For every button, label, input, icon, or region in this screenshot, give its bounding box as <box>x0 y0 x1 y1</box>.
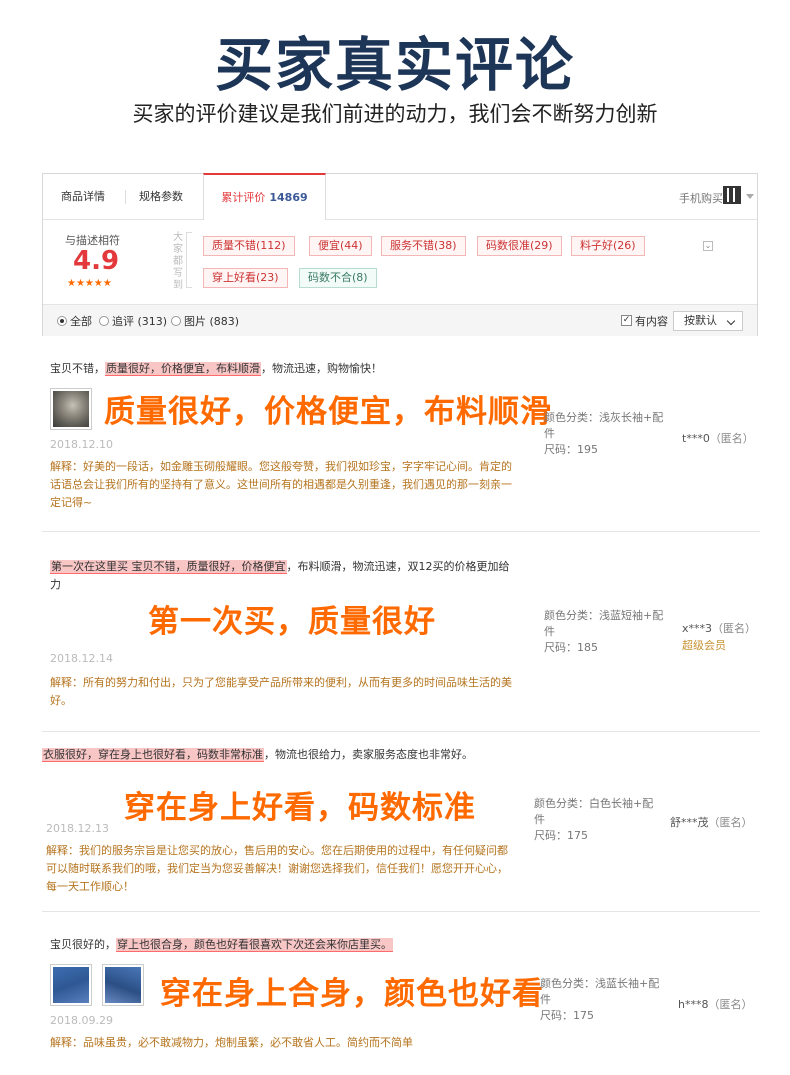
sku-size: 尺码：175 <box>534 829 588 842</box>
sku-color: 颜色分类：白色长袖+配件 <box>534 797 654 826</box>
review-callout: 穿在身上好看，码数标准 <box>124 790 476 826</box>
tag-quality-good[interactable]: 质量不错(112) <box>203 236 295 256</box>
qr-code-icon[interactable] <box>723 186 741 204</box>
tab-specs[interactable]: 规格参数 <box>139 174 183 220</box>
review-date: 2018.12.14 <box>50 652 113 665</box>
seller-reply: 解释：品味虽贵，必不敢减物力，炮制虽繁，必不敢省人工。简约而不简单 <box>50 1036 413 1049</box>
sku-color: 颜色分类：浅灰长袖+配件 <box>544 411 664 440</box>
chevron-down-icon <box>726 316 736 326</box>
review-callout: 质量很好，价格便宜，布料顺滑 <box>104 394 552 430</box>
tag-service-good[interactable]: 服务不错(38) <box>381 236 466 256</box>
review-text-after: ，物流迅速，购物愉快！ <box>261 362 382 375</box>
review-item: 宝贝很好的，穿上也很合身，颜色也好看很喜欢下次还会来你店里买。 穿在身上合身，颜… <box>42 928 760 1068</box>
review-text-before: 宝贝很好的， <box>50 938 116 951</box>
sku-info: 颜色分类：浅灰长袖+配件 尺码：195 <box>544 410 669 458</box>
tab-reviews-label: 累计评价 <box>221 191 266 204</box>
tab-reviews[interactable]: 累计评价 14869 <box>203 173 326 220</box>
seller-reply: 解释：好美的一段话，如金雕玉砌般耀眼。您这般夸赞，我们视如珍宝，字字牢记心间。肯… <box>50 460 512 509</box>
mobile-buy-link[interactable]: 手机购买 <box>679 190 723 206</box>
review-date: 2018.12.13 <box>46 822 109 835</box>
sku-size: 尺码：175 <box>540 1009 594 1022</box>
seller-reply: 解释：我们的服务宗旨是让您买的放心，售后用的安心。您在后期使用的过程中，有任何疑… <box>46 844 508 893</box>
hero-subtitle: 买家的评价建议是我们前进的动力，我们会不断努力创新 <box>132 102 658 126</box>
sku-info: 颜色分类：浅蓝长袖+配件 尺码：175 <box>540 976 665 1024</box>
tag-size-accurate[interactable]: 码数很准(29) <box>477 236 562 256</box>
review-highlight: 第一次在这里买 宝贝不错，质量很好，价格便宜 <box>50 560 287 574</box>
member-badge: 超级会员 <box>682 639 726 652</box>
tab-reviews-count: 14869 <box>269 191 308 204</box>
score-value: 4.9 <box>73 246 120 276</box>
reviewer-name: x***3（匿名） <box>682 620 756 636</box>
expand-icon[interactable]: ⌄ <box>703 241 713 251</box>
review-text-after: ，物流也很给力，卖家服务态度也非常好。 <box>264 748 473 761</box>
anonymous-label: （匿名） <box>708 998 753 1011</box>
everyone-says-label: 大家都写到 <box>173 232 183 291</box>
chevron-down-icon[interactable] <box>746 194 754 199</box>
radio-pictures[interactable] <box>171 316 181 326</box>
sku-size: 尺码：185 <box>544 641 598 654</box>
reviewer-id: h***8 <box>678 998 709 1011</box>
radio-all[interactable] <box>57 316 67 326</box>
tag-bracket <box>186 232 192 288</box>
review-item: 第一次在这里买 宝贝不错，质量很好，价格便宜，布料顺滑，物流迅速，双12买的价格… <box>42 550 760 732</box>
review-item: 衣服很好，穿在身上也很好看，码数非常标准，物流也很给力，卖家服务态度也非常好。 … <box>42 740 760 912</box>
review-photo-thumbnail[interactable] <box>50 388 92 430</box>
filter-followup-label[interactable]: 追评 (313) <box>112 313 167 329</box>
has-content-label[interactable]: 有内容 <box>635 313 668 329</box>
tab-divider <box>125 190 126 204</box>
radio-followup[interactable] <box>99 316 109 326</box>
review-highlight: 穿上也很合身，颜色也好看很喜欢下次还会来你店里买。 <box>116 938 393 952</box>
sort-dropdown-label: 按默认 <box>684 314 717 327</box>
review-photo-thumbnail[interactable] <box>50 964 92 1006</box>
sku-info: 颜色分类：白色长袖+配件 尺码：175 <box>534 796 659 844</box>
anonymous-label: （匿名） <box>708 816 753 829</box>
star-rating: ★★★★★ <box>67 278 112 289</box>
review-text: 衣服很好，穿在身上也很好看，码数非常标准，物流也很给力，卖家服务态度也非常好。 <box>42 746 512 764</box>
reviewer-id: 舒***茂 <box>670 816 709 829</box>
reviewer-name: 舒***茂（匿名） <box>670 814 753 830</box>
review-text: 宝贝不错，质量很好，价格便宜，布料顺滑，物流迅速，购物愉快！ <box>50 360 510 378</box>
review-callout: 穿在身上合身，颜色也好看 <box>160 976 544 1012</box>
tab-bar: 商品详情 规格参数 累计评价 14869 手机购买 <box>43 173 757 220</box>
review-text-before: 宝贝不错， <box>50 362 105 375</box>
anonymous-label: （匿名） <box>709 432 754 445</box>
filter-pictures-label[interactable]: 图片 (883) <box>184 313 239 329</box>
reviewer-name: h***8（匿名） <box>678 996 752 1012</box>
sku-color: 颜色分类：浅蓝短袖+配件 <box>544 609 664 638</box>
reviewer-id: x***3 <box>682 622 713 635</box>
hero-title: 买家真实评论 <box>214 31 575 99</box>
review-text: 第一次在这里买 宝贝不错，质量很好，价格便宜，布料顺滑，物流迅速，双12买的价格… <box>50 558 510 594</box>
review-panel: 商品详情 规格参数 累计评价 14869 手机购买 与描述相符 4.9 ★★★★★… <box>42 173 758 336</box>
tag-looks-good[interactable]: 穿上好看(23) <box>203 268 288 288</box>
review-date: 2018.12.10 <box>50 438 113 451</box>
review-photo-thumbnail[interactable] <box>102 964 144 1006</box>
review-date: 2018.09.29 <box>50 1014 113 1027</box>
review-callout: 第一次买，质量很好 <box>148 604 436 640</box>
sku-size: 尺码：195 <box>544 443 598 456</box>
sku-info: 颜色分类：浅蓝短袖+配件 尺码：185 <box>544 608 669 656</box>
tag-fabric-good[interactable]: 料子好(26) <box>571 236 645 256</box>
sort-dropdown[interactable]: 按默认 <box>673 311 743 331</box>
review-item: 宝贝不错，质量很好，价格便宜，布料顺滑，物流迅速，购物愉快！ 质量很好，价格便宜… <box>42 352 760 532</box>
has-content-checkbox[interactable]: ✓ <box>621 315 632 326</box>
review-highlight: 衣服很好，穿在身上也很好看，码数非常标准 <box>42 748 264 762</box>
review-text: 宝贝很好的，穿上也很合身，颜色也好看很喜欢下次还会来你店里买。 <box>50 936 520 954</box>
tag-cheap[interactable]: 便宜(44) <box>309 236 372 256</box>
filter-all-label[interactable]: 全部 <box>70 313 92 329</box>
review-highlight: 质量很好，价格便宜，布料顺滑 <box>105 362 261 376</box>
reviewer-name: t***0（匿名） <box>682 430 754 446</box>
tag-size-mismatch[interactable]: 码数不合(8) <box>299 268 377 288</box>
filter-bar: 全部 追评 (313) 图片 (883) ✓ 有内容 按默认 <box>43 304 757 336</box>
sku-color: 颜色分类：浅蓝长袖+配件 <box>540 977 660 1006</box>
anonymous-label: （匿名） <box>712 622 757 635</box>
reviewer-id: t***0 <box>682 432 710 445</box>
tab-details[interactable]: 商品详情 <box>61 174 105 220</box>
seller-reply: 解释：所有的努力和付出，只为了您能享受产品所带来的便利，从而有更多的时间品味生活… <box>50 676 512 707</box>
